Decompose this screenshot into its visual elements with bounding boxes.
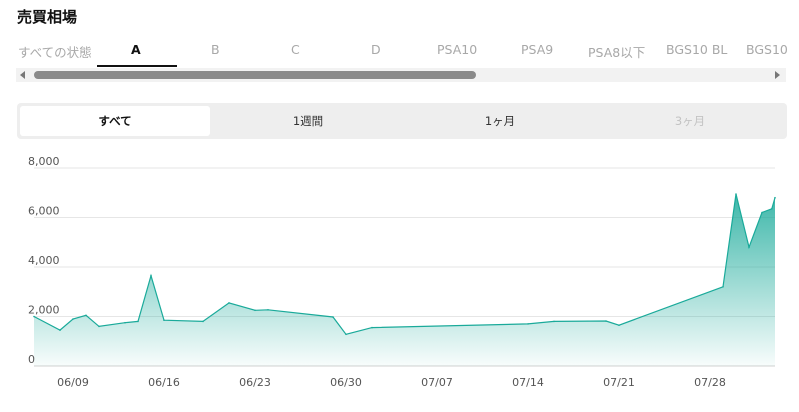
price-data-point bbox=[267, 309, 269, 311]
x-tick-label: 06/16 bbox=[148, 376, 180, 389]
y-tick-label: 0 bbox=[28, 353, 35, 366]
tab-psa9[interactable]: PSA9 bbox=[521, 42, 553, 57]
price-data-point bbox=[605, 320, 607, 322]
y-tick-label: 4,000 bbox=[28, 254, 60, 267]
tab-grade-c[interactable]: C bbox=[291, 42, 300, 57]
scroll-left-icon[interactable] bbox=[20, 71, 25, 79]
tab-grade-d[interactable]: D bbox=[371, 42, 381, 57]
price-data-point bbox=[163, 319, 165, 321]
price-history-chart: 0 2,000 4,000 6,000 8,000 06/09 06/16 06/23 06/3… bbox=[28, 155, 776, 389]
price-data-point bbox=[527, 323, 529, 325]
price-data-point bbox=[735, 193, 737, 195]
y-tick-label: 6,000 bbox=[28, 205, 60, 218]
tab-bgs10[interactable]: BGS10 bbox=[746, 42, 788, 57]
price-area-fill bbox=[34, 194, 775, 366]
x-tick-label: 06/30 bbox=[330, 376, 362, 389]
section-title: 売買相場 bbox=[17, 8, 78, 26]
period-tab-3months: 3ヶ月 bbox=[674, 114, 706, 128]
tab-grade-b[interactable]: B bbox=[211, 42, 220, 57]
price-data-point bbox=[748, 246, 750, 248]
tab-psa8-below[interactable]: PSA8以下 bbox=[588, 42, 645, 61]
grade-tabs: すべての状態 A B C D PSA10 PSA9 PSA8以下 BGS10 B… bbox=[0, 40, 799, 66]
price-data-point bbox=[228, 302, 230, 304]
price-data-point bbox=[254, 309, 256, 312]
scrollbar-thumb[interactable] bbox=[34, 71, 476, 79]
price-data-point bbox=[124, 321, 126, 324]
price-data-point bbox=[722, 286, 724, 288]
price-data-point bbox=[202, 320, 204, 323]
price-data-point bbox=[150, 274, 152, 277]
active-tab-indicator bbox=[97, 65, 177, 67]
price-data-point bbox=[137, 320, 139, 323]
x-tick-label: 07/07 bbox=[421, 376, 453, 389]
period-selector: すべて 1週間 1ヶ月 3ヶ月 bbox=[17, 103, 787, 139]
price-data-point bbox=[98, 325, 100, 328]
tab-grade-a[interactable]: A bbox=[131, 42, 141, 57]
price-data-point bbox=[345, 333, 347, 336]
x-tick-label: 07/28 bbox=[694, 376, 726, 389]
price-data-point bbox=[85, 314, 87, 317]
period-tab-all[interactable]: すべて bbox=[20, 106, 210, 136]
y-tick-label: 2,000 bbox=[28, 304, 60, 317]
price-data-point bbox=[332, 316, 334, 318]
period-tab-1month[interactable]: 1ヶ月 bbox=[405, 106, 595, 136]
x-tick-label: 06/09 bbox=[57, 376, 89, 389]
x-tick-label: 07/14 bbox=[512, 376, 544, 389]
tab-all-conditions[interactable]: すべての状態 bbox=[18, 42, 92, 61]
price-data-point bbox=[553, 320, 555, 323]
tab-psa10[interactable]: PSA10 bbox=[437, 42, 477, 57]
tab-bgs10-bl[interactable]: BGS10 BL bbox=[666, 42, 727, 57]
scroll-right-icon[interactable] bbox=[775, 71, 780, 79]
period-tab-1week[interactable]: 1週間 bbox=[213, 106, 403, 136]
price-data-point bbox=[72, 318, 74, 320]
price-data-point bbox=[59, 329, 61, 331]
price-data-point bbox=[771, 208, 773, 210]
y-tick-label: 8,000 bbox=[28, 155, 60, 168]
horizontal-scrollbar[interactable] bbox=[16, 68, 786, 82]
x-tick-label: 06/23 bbox=[239, 376, 271, 389]
price-data-point bbox=[761, 211, 763, 214]
x-tick-label: 07/21 bbox=[603, 376, 635, 389]
price-data-point bbox=[774, 196, 776, 199]
price-data-point bbox=[371, 326, 373, 329]
price-data-point bbox=[618, 324, 620, 326]
